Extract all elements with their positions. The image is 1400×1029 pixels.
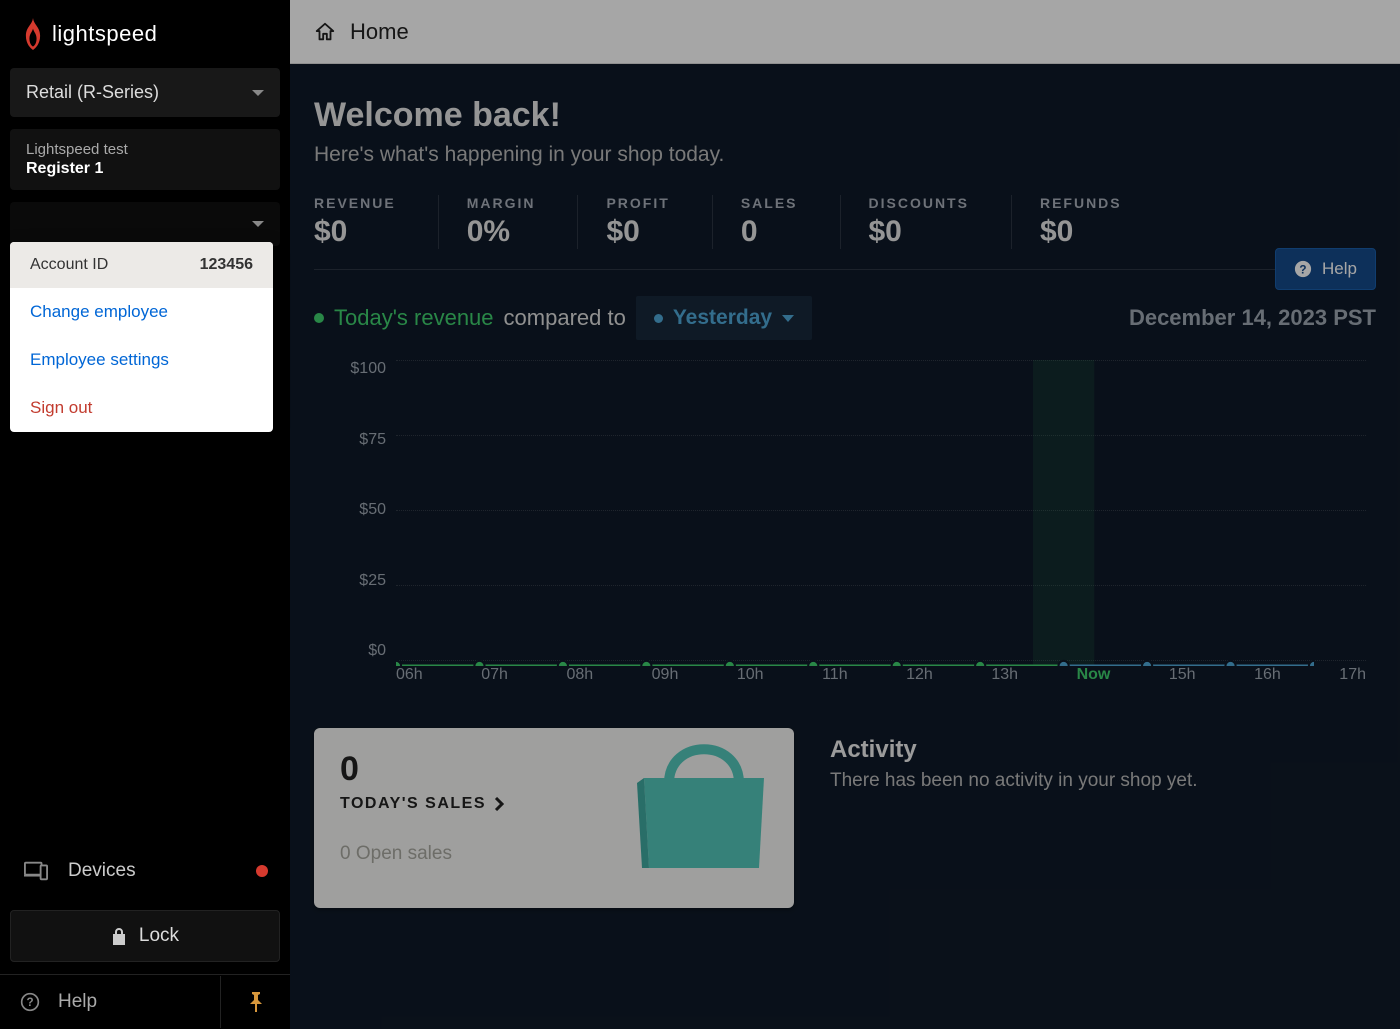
svg-text:?: ? [26,996,33,1009]
stat-value: $0 [314,215,396,249]
sidebar-item-label: Devices [68,860,136,882]
topbar: Home [290,0,1400,64]
welcome-heading: Welcome back! [314,96,1376,135]
sidebar-item-devices[interactable]: Devices [0,844,290,898]
revenue-chart: $100$75$50$25$0 06h07h08h09h10h11h12h13h… [314,360,1376,700]
employee-settings-link[interactable]: Employee settings [10,336,273,384]
shop-name: Lightspeed test [26,141,264,158]
activity-block: Activity There has been no activity in y… [830,728,1376,908]
user-selector[interactable] [10,202,280,246]
chart-y-axis: $100$75$50$25$0 [342,360,386,660]
stat-discounts: DISCOUNTS $0 [869,195,1012,249]
legend-dot-yesterday [654,314,663,323]
stat-label: DISCOUNTS [869,195,969,211]
stat-label: REVENUE [314,195,396,211]
caret-down-icon [252,221,264,227]
sidebar: lightspeed Retail (R-Series) Lightspeed … [0,0,290,1029]
brand-logo: lightspeed [0,0,290,62]
stat-profit: PROFIT $0 [606,195,712,249]
compared-to-label: compared to [504,305,626,331]
stat-label: REFUNDS [1040,195,1122,211]
series-label: Retail (R-Series) [26,82,159,103]
activity-text: There has been no activity in your shop … [830,770,1376,792]
stat-revenue: REVENUE $0 [314,195,439,249]
brand-text: lightspeed [52,21,157,47]
change-employee-link[interactable]: Change employee [10,288,273,336]
sign-out-link[interactable]: Sign out [10,384,273,432]
stat-label: SALES [741,195,798,211]
stat-label: MARGIN [467,195,536,211]
lock-button[interactable]: Lock [10,910,280,962]
chart-plot [396,360,1314,666]
stat-label: PROFIT [606,195,669,211]
chart-x-axis: 06h07h08h09h10h11h12h13hNow15h16h17h [396,666,1366,684]
caret-down-icon [252,90,264,96]
compare-left: Today's revenue compared to Yesterday [314,296,812,340]
stat-value: 0% [467,215,536,249]
help-button[interactable]: ? Help [1275,248,1376,290]
account-dropdown-header: Account ID 123456 [10,242,273,288]
stats-row: REVENUE $0 MARGIN 0% PROFIT $0 SALES 0 [314,195,1376,270]
chevron-right-icon [494,797,504,811]
stat-margin: MARGIN 0% [467,195,579,249]
compare-period-label: Yesterday [673,306,772,330]
series-selector[interactable]: Retail (R-Series) [10,68,280,117]
register-name: Register 1 [26,160,264,178]
compare-row: Today's revenue compared to Yesterday De… [314,296,1376,340]
current-date: December 14, 2023 PST [1129,305,1376,331]
legend-dot-today [314,313,324,323]
pin-icon [248,992,264,1012]
account-dropdown: Account ID 123456 Change employee Employ… [10,242,273,432]
flame-icon [22,18,44,50]
shopping-bag-icon [604,728,794,868]
compare-period-selector[interactable]: Yesterday [636,296,812,340]
pin-button[interactable] [220,976,290,1028]
activity-title: Activity [830,736,1376,764]
help-label: Help [58,991,97,1013]
lock-label: Lock [139,925,179,947]
sidebar-item-help[interactable]: ? Help [0,975,220,1029]
lock-icon [111,927,127,945]
help-button-label: Help [1322,259,1357,279]
home-icon [314,21,336,43]
stat-refunds: REFUNDS $0 [1040,195,1164,249]
help-row: ? Help [0,974,290,1029]
caret-down-icon [782,315,794,322]
today-revenue-label: Today's revenue [334,305,494,331]
stat-value: $0 [1040,215,1122,249]
todays-sales-label: TODAY'S SALES [340,795,486,813]
stat-value: $0 [606,215,669,249]
dashboard: Welcome back! Here's what's happening in… [290,64,1400,1029]
stat-sales: SALES 0 [741,195,841,249]
help-icon: ? [20,992,40,1012]
stat-value: 0 [741,215,798,249]
todays-sales-card[interactable]: 0 TODAY'S SALES 0 Open sales [314,728,794,908]
account-id-label: Account ID [30,256,108,274]
bottom-row: 0 TODAY'S SALES 0 Open sales Activity Th… [290,728,1400,908]
alert-dot-icon [256,865,268,877]
page-title: Home [350,19,409,45]
content: Home Welcome back! Here's what's happeni… [290,0,1400,1029]
stat-value: $0 [869,215,969,249]
welcome-subtitle: Here's what's happening in your shop tod… [314,143,1376,167]
devices-icon [24,861,48,881]
register-block[interactable]: Lightspeed test Register 1 [10,129,280,190]
help-icon: ? [1294,260,1312,278]
account-id-value: 123456 [200,256,253,274]
svg-text:?: ? [1299,264,1306,277]
